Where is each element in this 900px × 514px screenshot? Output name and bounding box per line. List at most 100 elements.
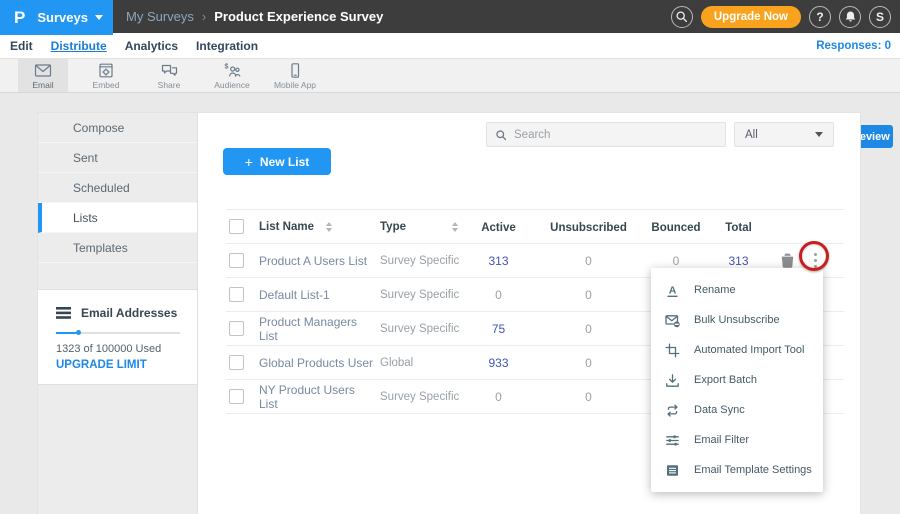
rename-icon: A [665,283,680,298]
row-checkbox-cell [226,389,256,404]
email-icon [34,63,52,78]
channel-label: Share [158,80,181,90]
embed-icon [98,63,114,78]
header-active: Active [466,218,531,236]
list-name-link[interactable]: Product Managers List [259,315,376,343]
row-checkbox-cell [226,253,256,268]
menu-item-bulk-unsubscribe[interactable]: Bulk Unsubscribe [651,305,823,335]
surveys-product-menu[interactable]: P Surveys [0,0,113,35]
cell-list-name: Global Products User [256,356,376,370]
menu-item-automated-import-tool[interactable]: Automated Import Tool [651,335,823,365]
sidebar-item-sent[interactable]: Sent [38,143,197,173]
menu-item-label: Bulk Unsubscribe [694,314,780,326]
cell-active: 0 [466,286,531,304]
sidebar-item-templates[interactable]: Templates [38,233,197,263]
list-name-link[interactable]: Product A Users List [259,254,367,268]
count-value: 0 [585,288,592,302]
count-value[interactable]: 933 [488,356,508,370]
help-button[interactable]: ? [809,6,831,28]
tab-integration[interactable]: Integration [196,39,258,53]
bell-icon [844,10,857,23]
cell-type: Survey Specific [376,323,466,335]
breadcrumb-parent[interactable]: My Surveys [126,9,194,24]
row-checkbox[interactable] [229,321,244,336]
tab-distribute[interactable]: Distribute [51,39,107,53]
new-list-button[interactable]: + New List [223,148,331,175]
share-icon [161,63,178,78]
avatar[interactable]: S [869,6,891,28]
list-filter-dropdown[interactable]: All [734,122,834,147]
type-label: Survey Specific [380,289,459,301]
plus-icon: + [245,154,253,170]
channel-mobile-app[interactable]: Mobile App [270,59,320,92]
header-label: Type [380,221,406,233]
email-filter-icon [665,433,680,448]
row-checkbox[interactable] [229,253,244,268]
list-bars-icon [56,307,71,319]
count-value: 0 [673,254,680,268]
usage-text: 1323 of 100000 Used [56,343,185,355]
channel-share[interactable]: Share [144,59,194,92]
select-all-checkbox[interactable] [229,219,244,234]
automated-import-tool-icon [665,343,680,358]
row-checkbox[interactable] [229,287,244,302]
header-unsubscribed: Unsubscribed [531,218,646,236]
row-checkbox[interactable] [229,355,244,370]
sidebar-item-compose[interactable]: Compose [38,113,197,143]
cell-unsubscribed: 0 [531,320,646,338]
search-button[interactable] [671,6,693,28]
chevron-down-icon [815,132,823,137]
upgrade-now-button[interactable]: Upgrade Now [701,6,801,28]
sort-icon[interactable] [326,222,332,232]
cell-active: 0 [466,388,531,406]
channel-label: Email [32,80,53,90]
cell-type: Survey Specific [376,289,466,301]
channel-audience[interactable]: $Audience [207,59,257,92]
channel-embed[interactable]: Embed [81,59,131,92]
cell-unsubscribed: 0 [531,252,646,270]
channel-label: Audience [214,80,249,90]
menu-item-email-filter[interactable]: Email Filter [651,425,823,455]
sort-icon[interactable] [452,222,458,232]
count-value[interactable]: 313 [488,254,508,268]
sidebar-item-scheduled[interactable]: Scheduled [38,173,197,203]
menu-item-email-template-settings[interactable]: Email Template Settings [651,455,823,485]
cell-list-name: NY Product Users List [256,383,376,411]
sidebar-spacer [38,263,197,290]
menu-item-data-sync[interactable]: Data Sync [651,395,823,425]
list-name-link[interactable]: Global Products User [259,356,373,370]
questionpro-logo[interactable]: P [14,8,25,28]
header-label: Bounced [651,222,700,234]
email-addresses-block: Email Addresses 1323 of 100000 Used UPGR… [38,290,197,385]
list-search-input[interactable] [514,129,717,141]
notifications-button[interactable] [839,6,861,28]
type-label: Survey Specific [380,255,459,267]
count-value: 0 [585,254,592,268]
tab-edit[interactable]: Edit [10,39,33,53]
list-name-link[interactable]: Default List-1 [259,288,330,302]
count-value[interactable]: 313 [728,254,748,268]
header-checkbox-cell [226,219,256,234]
tab-analytics[interactable]: Analytics [125,39,178,53]
survey-nav: Edit Distribute Analytics Integration Respo… [0,33,900,58]
row-checkbox[interactable] [229,389,244,404]
cell-type: Global [376,357,466,369]
list-search-box [486,122,726,147]
sidebar-menu: ComposeSentScheduledListsTemplates [38,113,197,263]
trash-icon[interactable] [781,253,794,268]
count-value: 0 [495,288,502,302]
header-type: Type [376,221,466,233]
responses-count: Responses: 0 [816,33,891,58]
nav-tabs: Edit Distribute Analytics Integration [0,33,900,58]
channel-tabs: Email Embed Share $Audience Mobile App [0,59,900,92]
type-label: Survey Specific [380,391,459,403]
upgrade-limit-link[interactable]: UPGRADE LIMIT [56,359,185,371]
header-label: Unsubscribed [550,222,627,234]
channel-email[interactable]: Email [18,59,68,92]
menu-item-label: Data Sync [694,404,745,416]
menu-item-rename[interactable]: ARename [651,275,823,305]
count-value[interactable]: 75 [492,322,505,336]
list-name-link[interactable]: NY Product Users List [259,383,376,411]
menu-item-export-batch[interactable]: Export Batch [651,365,823,395]
sidebar-item-lists[interactable]: Lists [38,203,197,233]
